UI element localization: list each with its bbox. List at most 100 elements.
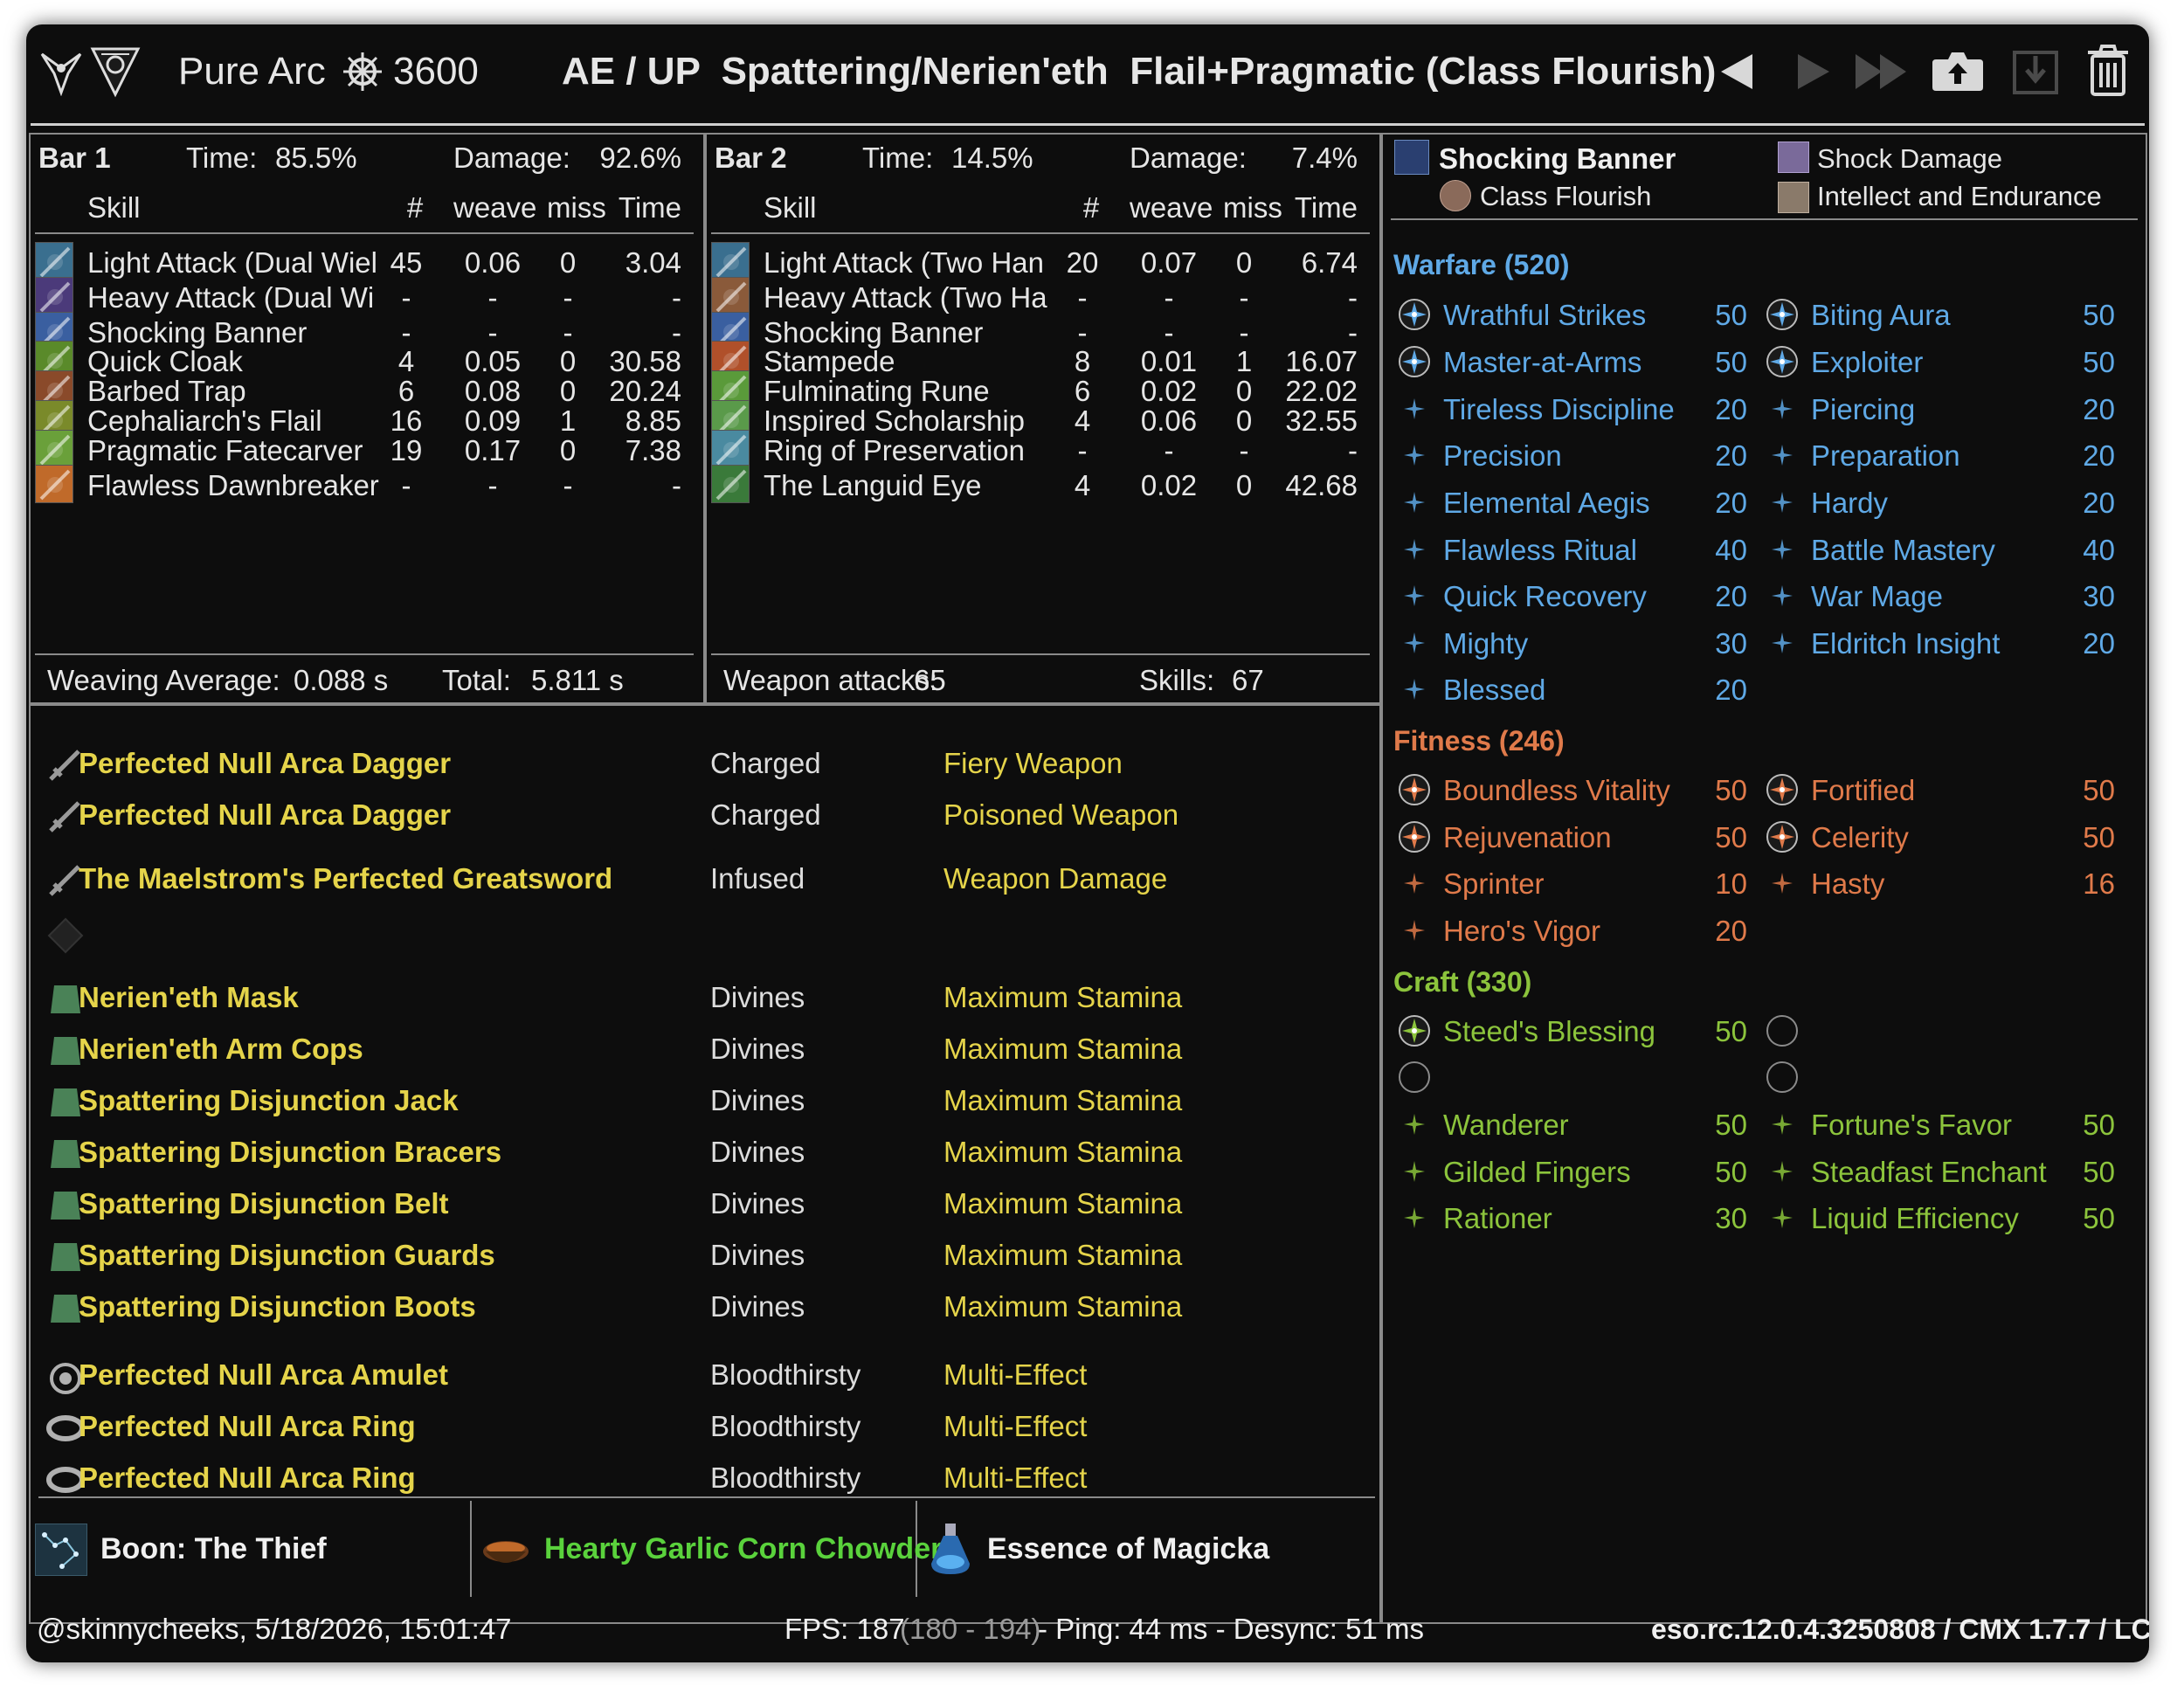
skill-name: Heavy Attack (Dual Wi: [87, 281, 375, 314]
gear-item-trait: Charged: [710, 798, 821, 831]
gear-item-trait: Bloodthirsty: [710, 1461, 861, 1494]
empty-slot-icon: [1765, 1013, 1800, 1048]
mundus-2: Intellect and Endurance: [1817, 181, 2102, 211]
passive-star-icon: [1397, 625, 1432, 660]
slotted-star-icon: [1397, 772, 1432, 807]
passive-star-icon: [1397, 438, 1432, 473]
skill-time: -: [672, 469, 681, 501]
gear-item-name: Spattering Disjunction Jack: [79, 1084, 459, 1116]
total-value: 5.811 s: [531, 664, 624, 696]
cp-star-name: Quick Recovery: [1443, 580, 1647, 612]
passive-star-icon: [1397, 1107, 1432, 1142]
skill-miss: 0: [559, 246, 577, 279]
skill-count: 20: [1066, 246, 1099, 279]
cp-star-name: Fortified: [1811, 774, 1916, 806]
passive-star-icon: [1397, 485, 1432, 520]
skip-forward-icon[interactable]: [1854, 51, 1910, 93]
bar1-col-miss: miss: [547, 191, 606, 224]
gear-item-trait: Infused: [710, 862, 805, 895]
skill-icon: [711, 430, 750, 468]
cp-star-points: 50: [2083, 1156, 2115, 1188]
passive-star-icon: [1397, 672, 1432, 707]
skill-count: -: [1077, 281, 1088, 314]
skill-count: -: [401, 469, 411, 501]
empty-slot-icon: [45, 916, 86, 956]
cp-star-points: 50: [1715, 821, 1747, 853]
bar2-col-time: Time: [1294, 191, 1358, 224]
cp-star-name: Liquid Efficiency: [1811, 1202, 2019, 1234]
footer-version: eso.rc.12.0.4.3250808 / CMX 1.7.7 / LC 8…: [1651, 1613, 2149, 1645]
bar1-damage-label: Damage:: [453, 142, 570, 174]
gear-item-trait: Divines: [710, 1187, 805, 1220]
bar1-footer-divider: [35, 653, 694, 655]
cp-star-points: 50: [1715, 1015, 1747, 1047]
skill-miss: -: [563, 469, 573, 501]
cp-star-name: Flawless Ritual: [1443, 534, 1637, 566]
skill-icon: [35, 277, 73, 315]
skill-weave: -: [1164, 281, 1174, 314]
bar2-damage: 7.4%: [1291, 142, 1358, 174]
save-icon[interactable]: [2009, 45, 2062, 96]
gear-item-enchant: Maximum Stamina: [943, 1239, 1183, 1271]
trash-icon[interactable]: [2084, 44, 2132, 98]
bar2-col-weave: weave: [1130, 191, 1213, 224]
skills-value: 67: [1232, 664, 1264, 696]
skill-time: -: [1348, 281, 1358, 314]
bar2-damage-label: Damage:: [1130, 142, 1247, 174]
cp-star-name: Steadfast Enchant: [1811, 1156, 2047, 1188]
skill-miss: -: [1239, 434, 1249, 466]
boon-label: Boon: The Thief: [100, 1532, 327, 1565]
cp-star-name: Wrathful Strikes: [1443, 299, 1647, 331]
cp-star-name: Hardy: [1811, 487, 1889, 519]
bar1-damage: 92.6%: [599, 142, 681, 174]
cp-star-name: Biting Aura: [1811, 299, 1951, 331]
summary-divider: [1391, 218, 2138, 220]
next-arrow-icon[interactable]: [1794, 51, 1833, 93]
passive-star-icon: [1397, 1200, 1432, 1235]
gear-item-enchant: Maximum Stamina: [943, 1290, 1183, 1323]
gear-item-enchant: Multi-Effect: [943, 1461, 1088, 1494]
weapon-attacks-value: 65: [914, 664, 946, 696]
passive-star-icon: [1765, 625, 1800, 660]
food-icon: [479, 1525, 533, 1574]
bar1-time: 85.5%: [275, 142, 357, 174]
gear-item-enchant: Multi-Effect: [943, 1410, 1088, 1442]
cp-star-points: 40: [1715, 534, 1747, 566]
cp-star-points: 16: [2083, 867, 2115, 900]
bar1-col-count: #: [406, 191, 424, 224]
bar2-col-skill: Skill: [764, 191, 817, 224]
consumable-sep-1: [470, 1501, 472, 1597]
gear-item-name: The Maelstrom's Perfected Greatsword: [79, 862, 613, 895]
skill-name: Flawless Dawnbreaker: [87, 469, 379, 501]
passive-star-icon: [1765, 1107, 1800, 1142]
gear-item-enchant: Weapon Damage: [943, 862, 1168, 895]
passive-star-icon: [1397, 913, 1432, 948]
cp-star-name: Celerity: [1811, 821, 1909, 853]
prev-arrow-icon[interactable]: [1717, 51, 1756, 93]
cp-star-points: 40: [2083, 534, 2115, 566]
cp-star-points: 20: [2083, 393, 2115, 425]
footer-network: - Ping: 44 ms - Desync: 51 ms: [1038, 1613, 1424, 1645]
cp-star-name: Hero's Vigor: [1443, 915, 1600, 947]
skill-weave: 0.17: [464, 434, 522, 466]
passive-star-icon: [1397, 866, 1432, 901]
skill-time: -: [672, 281, 681, 314]
cp-star-points: 20: [1715, 915, 1747, 947]
bar2-col-count: #: [1082, 191, 1100, 224]
skill-time: 6.74: [1301, 246, 1358, 279]
boon-icon: [35, 1524, 87, 1576]
weapon-attacks-label: Weapon attacks:: [723, 664, 938, 696]
skill-icon: [35, 465, 73, 503]
skill-time: 3.04: [625, 246, 681, 279]
upload-icon[interactable]: [1929, 47, 1987, 93]
gear-item-trait: Divines: [710, 981, 805, 1013]
guild-emblem-icon: [40, 52, 82, 96]
cp-star-points: 50: [2083, 299, 2115, 331]
gear-item-name: Nerien'eth Arm Cops: [79, 1033, 363, 1065]
skill-count: 19: [390, 434, 423, 466]
passive-star-icon: [1765, 438, 1800, 473]
gear-item-name: Perfected Null Arca Dagger: [79, 798, 452, 831]
skill-count: 4: [1074, 469, 1091, 501]
warfare-title: Warfare (520): [1393, 249, 1570, 280]
gear-item-enchant: Multi-Effect: [943, 1358, 1088, 1391]
